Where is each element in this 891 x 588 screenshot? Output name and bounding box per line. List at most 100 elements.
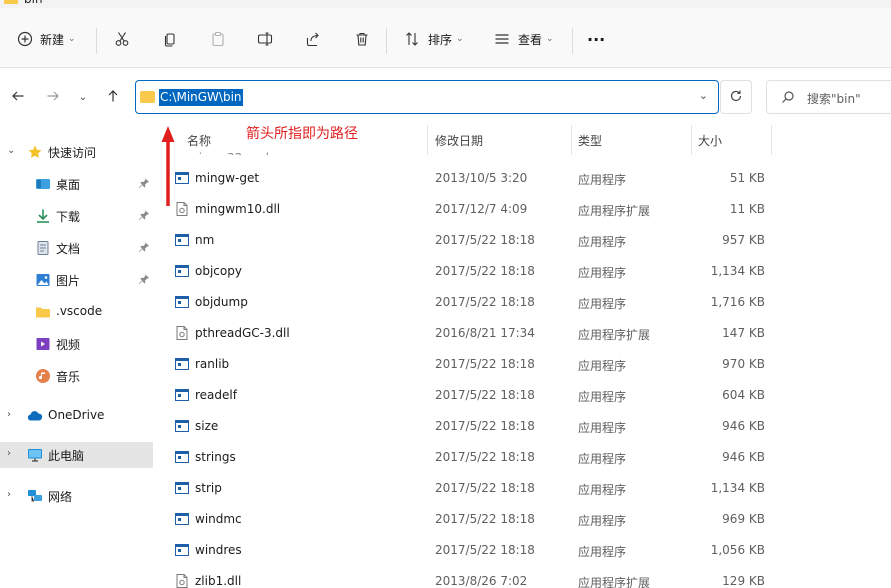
file-row[interactable]: windres 2017/5/22 18:18 应用程序 1,056 KB [157, 535, 891, 566]
copy-icon [162, 31, 178, 47]
file-name: mingw-get [195, 171, 260, 185]
sidebar-item-this-pc[interactable]: › 此电脑 [0, 442, 153, 468]
sidebar-item-music[interactable]: 音乐 [0, 363, 153, 389]
column-header-size[interactable]: 大小 [698, 132, 722, 149]
file-row[interactable]: zlib1.dll 2013/8/26 7:02 应用程序扩展 129 KB [157, 566, 891, 588]
file-row[interactable]: ranlib 2017/5/22 18:18 应用程序 970 KB [157, 349, 891, 380]
address-bar[interactable]: C:\MinGW\bin ⌄ [135, 80, 719, 114]
file-size: 604 KB [722, 388, 765, 402]
file-name: mingwm10.dll [195, 202, 281, 216]
file-date: 2017/5/22 18:18 [435, 512, 535, 526]
chevron-down-icon[interactable]: ⌄ [699, 89, 708, 102]
file-date: 2017/5/22 18:18 [435, 233, 535, 247]
document-icon [35, 240, 51, 256]
file-name: size [195, 419, 219, 433]
column-header-name[interactable]: 名称 [187, 132, 211, 149]
file-name: windres [195, 543, 242, 557]
file-name: strip [195, 481, 222, 495]
view-label: 查看 [518, 32, 543, 47]
search-box[interactable]: 搜索"bin" [766, 80, 891, 114]
toolbar-divider [386, 28, 387, 54]
application-icon [175, 419, 189, 433]
sidebar-item-quick-access[interactable]: ⌄ 快速访问 [0, 139, 153, 165]
column-divider[interactable] [427, 125, 428, 155]
chevron-right-icon[interactable]: › [7, 409, 11, 420]
file-type: 应用程序 [578, 266, 627, 280]
sidebar-item-network[interactable]: › 网络 [0, 483, 153, 509]
sidebar-item-documents[interactable]: 文档 [0, 235, 153, 261]
chevron-right-icon[interactable]: › [7, 489, 11, 500]
application-icon [175, 388, 189, 402]
star-icon [27, 144, 43, 160]
file-row[interactable]: size 2017/5/22 18:18 应用程序 946 KB [157, 411, 891, 442]
paste-button[interactable] [210, 26, 226, 52]
view-button[interactable]: 查看 ⌄ [494, 26, 554, 52]
file-size: 969 KB [722, 512, 765, 526]
application-icon [175, 233, 189, 247]
chevron-down-icon[interactable]: ⌄ [7, 145, 15, 156]
file-size: 1,056 KB [710, 543, 765, 557]
file-type: 应用程序 [578, 545, 627, 559]
file-date: 2016/8/21 17:34 [435, 326, 535, 340]
scissors-icon [114, 31, 130, 47]
application-icon [175, 171, 189, 185]
application-icon [175, 295, 189, 309]
column-header-date[interactable]: 修改日期 [435, 132, 483, 149]
refresh-button[interactable] [720, 80, 752, 114]
copy-button[interactable] [162, 26, 178, 52]
column-divider[interactable] [771, 125, 772, 155]
download-icon [35, 208, 51, 224]
sidebar-item-videos[interactable]: 视频 [0, 331, 153, 357]
new-button[interactable]: 新建 ⌄ [17, 26, 76, 52]
file-row[interactable]: strip 2017/5/22 18:18 应用程序 1,134 KB [157, 473, 891, 504]
pin-icon [138, 241, 150, 253]
sidebar-item-onedrive[interactable]: › OneDrive [0, 403, 153, 429]
back-button[interactable] [7, 86, 29, 108]
file-type: 应用程序 [578, 421, 627, 435]
chevron-right-icon[interactable]: › [7, 448, 11, 459]
file-row[interactable]: readelf 2017/5/22 18:18 应用程序 604 KB [157, 380, 891, 411]
sort-button[interactable]: 排序 ⌄ [404, 26, 464, 52]
more-options-button[interactable]: ··· [587, 26, 605, 52]
file-row[interactable]: nm 2017/5/22 18:18 应用程序 957 KB [157, 225, 891, 256]
file-row[interactable]: mingwm10.dll 2017/12/7 4:09 应用程序扩展 11 KB [157, 194, 891, 225]
sidebar-label: 桌面 [56, 178, 81, 192]
file-name: strings [195, 450, 236, 464]
folder-icon [4, 0, 18, 4]
rename-button[interactable] [257, 26, 273, 52]
sidebar-label: 下载 [56, 210, 81, 224]
arrow-left-icon [11, 89, 25, 106]
column-header-type[interactable]: 类型 [578, 132, 602, 149]
application-icon [175, 481, 189, 495]
file-date: 2017/5/22 18:18 [435, 295, 535, 309]
file-row[interactable]: mingw-get 2013/10/5 3:20 应用程序 51 KB [157, 163, 891, 194]
sidebar-item-vscode[interactable]: .vscode [0, 299, 153, 325]
sidebar-label: 此电脑 [48, 449, 85, 463]
column-divider[interactable] [691, 125, 692, 155]
delete-button[interactable] [354, 26, 370, 52]
sidebar-item-downloads[interactable]: 下载 [0, 203, 153, 229]
file-date: 2017/5/22 18:18 [435, 450, 535, 464]
up-button[interactable] [102, 86, 124, 108]
forward-button[interactable] [42, 86, 64, 108]
file-row[interactable]: pthreadGC-3.dll 2016/8/21 17:34 应用程序扩展 147 … [157, 318, 891, 349]
sidebar-label: 视频 [56, 338, 81, 352]
cut-button[interactable] [114, 26, 130, 52]
address-path[interactable]: C:\MinGW\bin [159, 89, 243, 106]
sidebar-label: 网络 [48, 490, 73, 504]
column-divider[interactable] [571, 125, 572, 155]
chevron-down-icon: ⌄ [68, 34, 76, 44]
sidebar-item-desktop[interactable]: 桌面 [0, 171, 153, 197]
annotation-text: 箭头所指即为路径 [246, 126, 358, 142]
file-row[interactable]: strings 2017/5/22 18:18 应用程序 946 KB [157, 442, 891, 473]
file-name: objcopy [195, 264, 242, 278]
file-row[interactable]: windmc 2017/5/22 18:18 应用程序 969 KB [157, 504, 891, 535]
recent-locations-button[interactable]: ⌄ [72, 86, 94, 108]
sidebar-item-pictures[interactable]: 图片 [0, 267, 153, 293]
toolbar-divider [572, 28, 573, 54]
file-row[interactable]: objcopy 2017/5/22 18:18 应用程序 1,134 KB [157, 256, 891, 287]
share-button[interactable] [305, 26, 321, 52]
file-row[interactable]: objdump 2017/5/22 18:18 应用程序 1,716 KB [157, 287, 891, 318]
plus-circle-icon [17, 31, 33, 47]
file-date: 2017/5/22 18:18 [435, 543, 535, 557]
